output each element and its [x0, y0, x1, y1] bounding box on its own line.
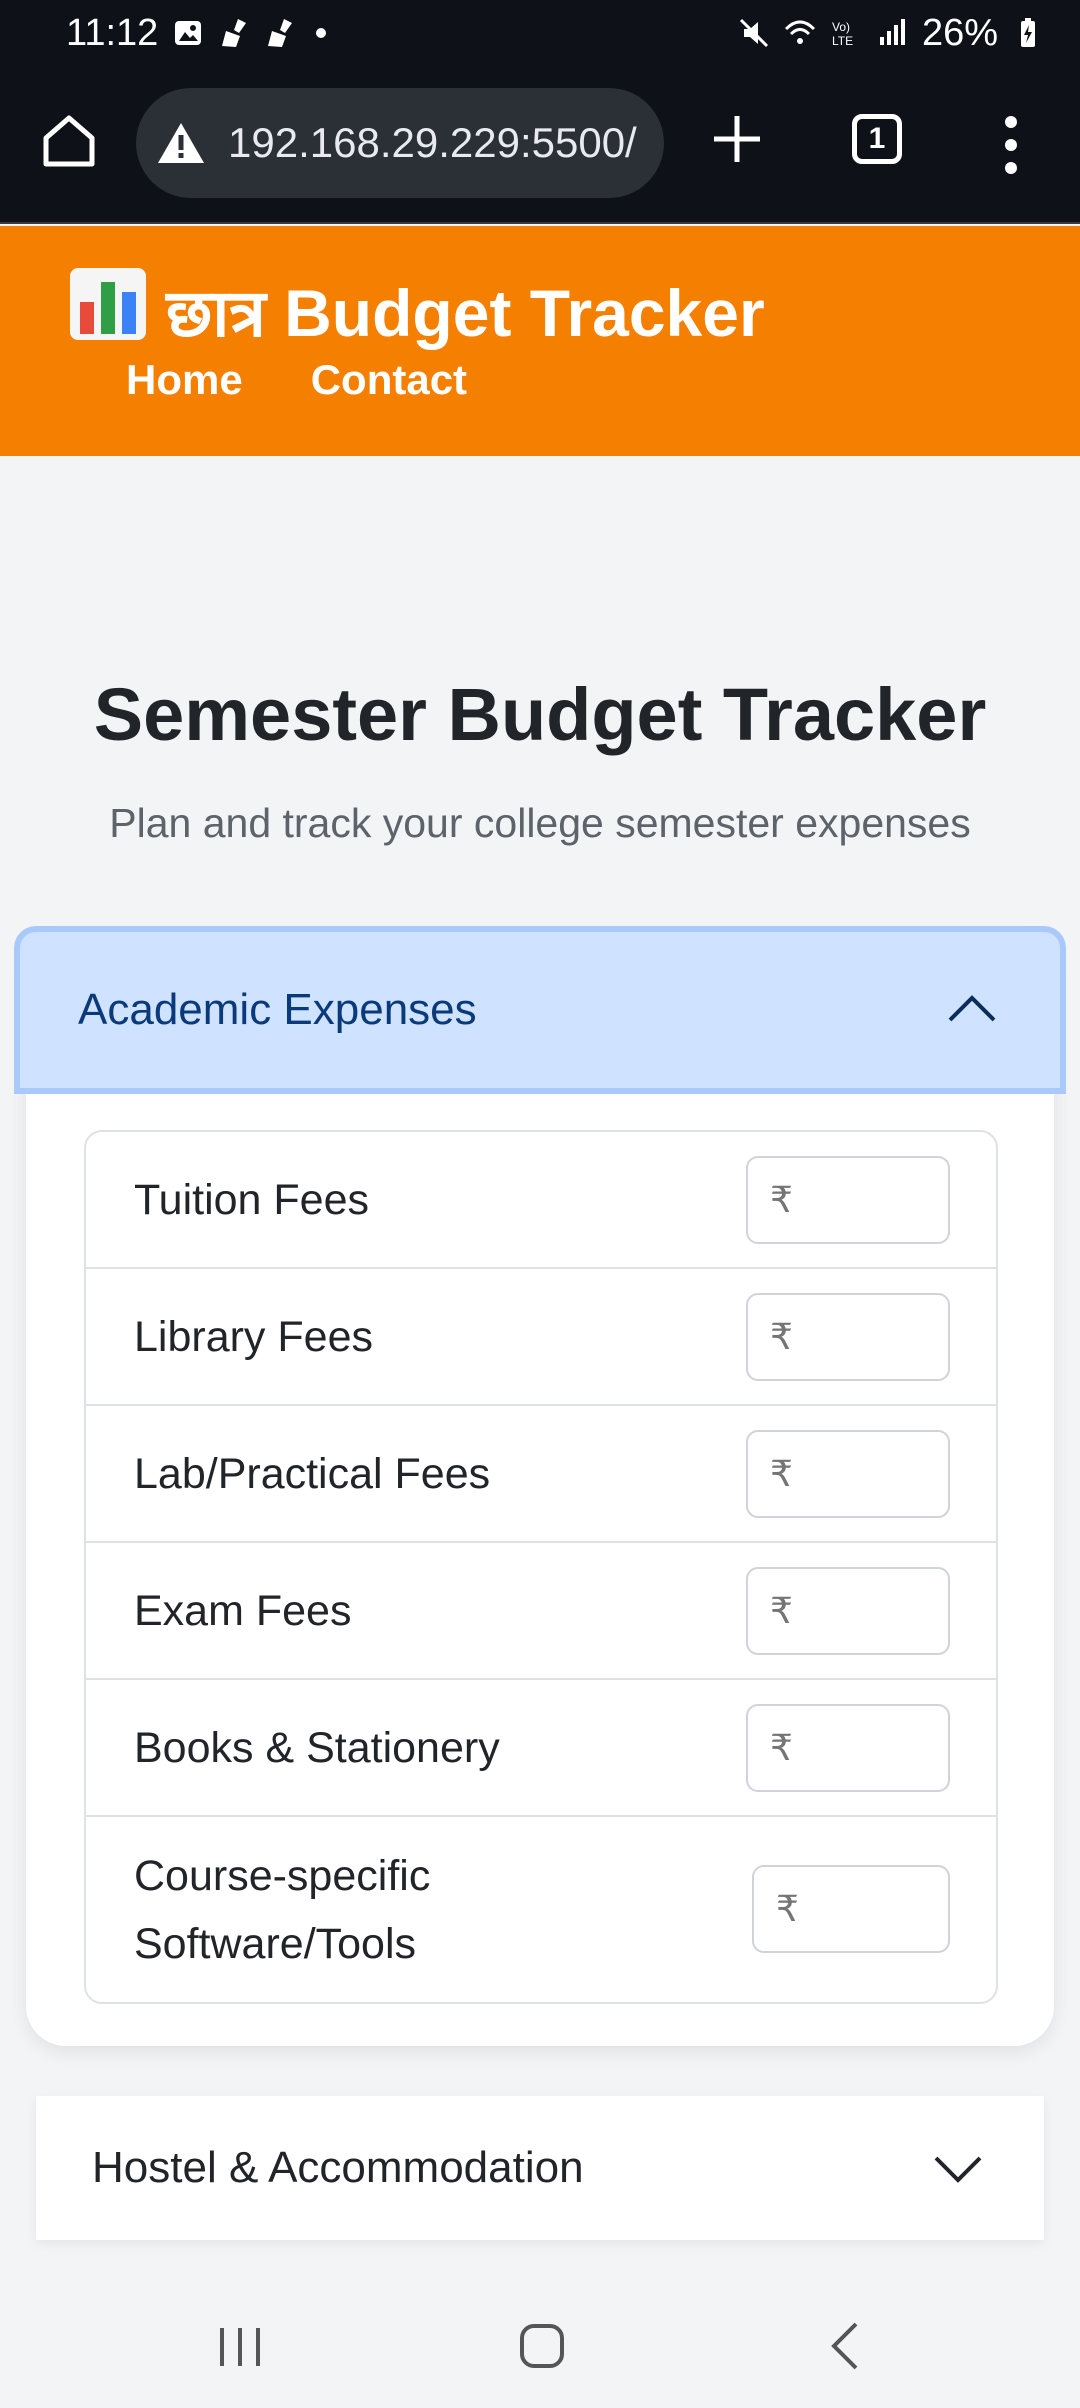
fee-label: Course-specific Software/Tools	[134, 1851, 431, 1968]
bar-chart-icon	[70, 268, 146, 340]
mute-icon	[739, 18, 768, 48]
chevron-up-icon	[948, 995, 996, 1022]
accordion-title: Academic Expenses	[78, 985, 477, 1034]
status-time: 11:12	[66, 11, 159, 54]
site-header: छात्र Budget Tracker Home Contact	[0, 226, 1080, 456]
signal-icon	[879, 19, 905, 45]
page-title: Semester Budget Tracker	[93, 673, 987, 756]
new-tab-icon[interactable]	[704, 106, 770, 172]
fee-row-library: Library Fees	[86, 1269, 996, 1406]
brand-hindi: छात्र	[166, 276, 266, 350]
nav-home-link[interactable]: Home	[126, 356, 243, 404]
fee-row-lab: Lab/Practical Fees	[86, 1406, 996, 1543]
tab-count: 1	[868, 122, 886, 155]
fee-label: Books & Stationery	[134, 1723, 500, 1772]
accordion-hostel-accommodation[interactable]: Hostel & Accommodation	[36, 2096, 1044, 2240]
home-nav-icon[interactable]	[518, 2322, 566, 2370]
back-icon[interactable]	[826, 2320, 862, 2372]
exam-fees-input[interactable]	[746, 1567, 950, 1655]
fee-row-software: Course-specific Software/Tools	[86, 1817, 996, 2002]
browser-toolbar: 192.168.29.229:5500/ 1	[0, 66, 1080, 224]
chevron-down-icon	[934, 2156, 982, 2183]
battery-charging-icon	[1021, 18, 1035, 47]
url-bar[interactable]: 192.168.29.229:5500/	[136, 88, 664, 198]
volte-icon: Vo)LTE	[832, 20, 853, 48]
status-bar: 11:12 Vo) LTE 26%	[0, 0, 1080, 66]
brand-name: Budget Tracker	[284, 276, 765, 350]
fee-label: Tuition Fees	[134, 1175, 370, 1224]
tab-count-button[interactable]: 1	[852, 114, 902, 164]
image-icon	[175, 21, 202, 45]
page-subtitle: Plan and track your college semester exp…	[109, 800, 971, 846]
broom-icon	[222, 19, 247, 47]
wifi-icon	[784, 20, 815, 44]
fee-label: Library Fees	[134, 1312, 373, 1361]
battery-percent: 26%	[921, 11, 998, 54]
svg-text:LTE: LTE	[832, 34, 853, 48]
accordion-title: Hostel & Accommodation	[92, 2143, 584, 2192]
fee-label: Lab/Practical Fees	[134, 1449, 491, 1498]
broom-icon	[268, 19, 293, 47]
fee-row-exam: Exam Fees	[86, 1543, 996, 1680]
recents-icon[interactable]	[216, 2324, 264, 2370]
dot-icon	[316, 28, 327, 38]
lab-fees-input[interactable]	[746, 1430, 950, 1518]
url-text: 192.168.29.229:5500/	[228, 119, 637, 166]
svg-text:Vo): Vo)	[832, 20, 850, 34]
library-fees-input[interactable]	[746, 1293, 950, 1381]
warning-icon	[158, 123, 204, 163]
academic-fee-list: Tuition Fees Library Fees Lab/Practical …	[84, 1130, 998, 2004]
home-icon[interactable]	[38, 110, 100, 172]
nav-contact-link[interactable]: Contact	[311, 356, 467, 404]
software-tools-input[interactable]	[752, 1865, 950, 1953]
accordion-header-academic[interactable]: Academic Expenses	[14, 926, 1066, 1094]
more-vert-icon[interactable]	[996, 110, 1026, 180]
site-title[interactable]: छात्र Budget Tracker	[166, 266, 765, 356]
books-stationery-input[interactable]	[746, 1704, 950, 1792]
fee-row-books: Books & Stationery	[86, 1680, 996, 1817]
fee-row-tuition: Tuition Fees	[86, 1132, 996, 1269]
system-nav-bar	[0, 2268, 1080, 2408]
site-nav: Home Contact	[126, 356, 467, 404]
fee-label: Exam Fees	[134, 1586, 352, 1635]
tuition-fees-input[interactable]	[746, 1156, 950, 1244]
accordion-academic-expenses: Academic Expenses Tuition Fees Library F…	[14, 926, 1066, 2046]
